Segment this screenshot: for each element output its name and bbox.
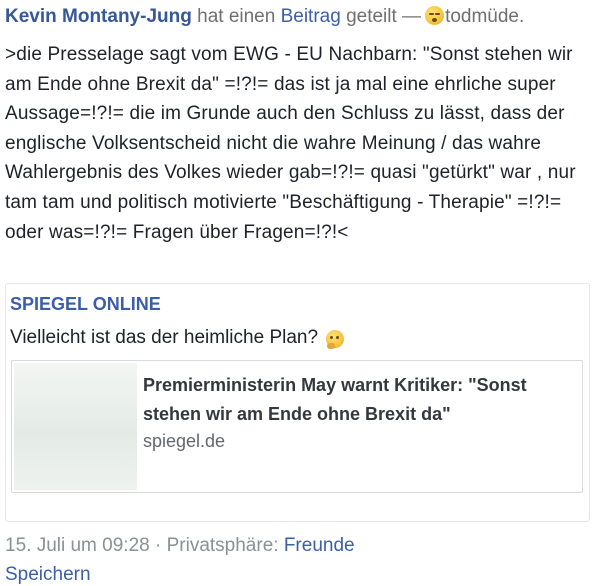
action-prefix: hat einen bbox=[197, 6, 276, 27]
privacy-setting[interactable]: Freunde bbox=[284, 535, 355, 556]
post-header: Kevin Montany-Jung hat einen Beitrag get… bbox=[5, 5, 590, 29]
privacy-label: Privatsphäre: bbox=[166, 535, 279, 556]
shared-post: SPIEGEL ONLINE Vielleicht ist das der he… bbox=[5, 283, 590, 522]
shared-source-name[interactable]: SPIEGEL ONLINE bbox=[10, 294, 161, 315]
link-domain: spiegel.de bbox=[143, 431, 226, 451]
thinking-face-icon bbox=[326, 330, 345, 349]
action-suffix: geteilt — bbox=[346, 6, 422, 27]
post-link[interactable]: Beitrag bbox=[281, 6, 341, 27]
post-meta: 15. Juli um 09:28 · Privatsphäre: Freund… bbox=[5, 535, 355, 557]
meta-separator: · bbox=[154, 535, 162, 556]
shared-post-text: Vielleicht ist das der heimliche Plan? bbox=[10, 327, 345, 349]
link-thumbnail bbox=[14, 363, 137, 490]
post-timestamp[interactable]: 15. Juli um 09:28 bbox=[5, 535, 150, 556]
sleepy-face-icon bbox=[425, 6, 445, 25]
author-name[interactable]: Kevin Montany-Jung bbox=[5, 6, 192, 27]
save-button[interactable]: Speichern bbox=[5, 564, 91, 586]
link-title[interactable]: Premierministerin May warnt Kritiker: "S… bbox=[143, 371, 573, 429]
post-text: >die Presselage sagt vom EWG - EU Nachba… bbox=[5, 44, 582, 243]
link-preview-card[interactable]: Premierministerin May warnt Kritiker: "S… bbox=[11, 360, 583, 493]
shared-text: Vielleicht ist das der heimliche Plan? bbox=[10, 327, 319, 348]
feeling-text: todmüde. bbox=[445, 6, 525, 27]
